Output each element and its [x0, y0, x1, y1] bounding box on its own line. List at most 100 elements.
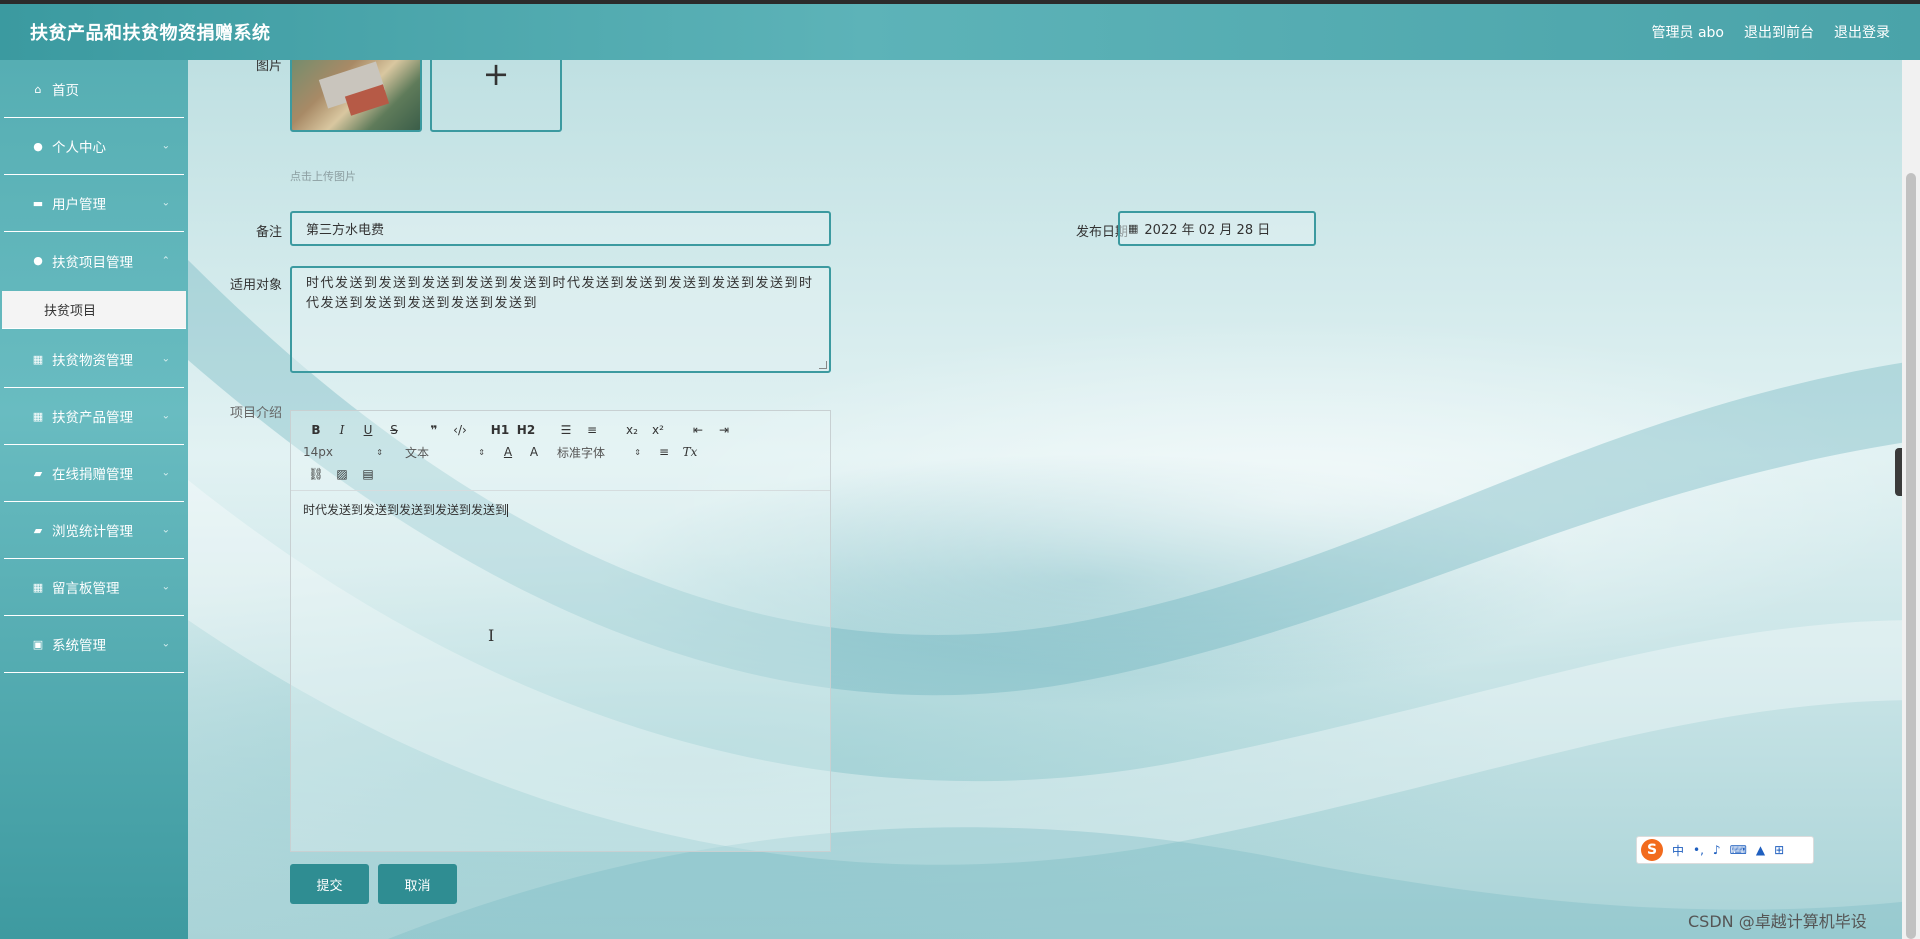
main-content: 图片 + 点击上传图片 备注 第三方水电费 发布日期 ▦ 2022 年 02 月…	[188, 60, 1920, 939]
sidebar-subitem-project[interactable]: 扶贫项目	[2, 291, 186, 329]
submit-button[interactable]: 提交	[290, 864, 369, 904]
date-value: 2022 年 02 月 28 日	[1144, 223, 1271, 238]
chevron-down-icon: ⌄	[161, 581, 170, 593]
chevron-down-icon: ⌄	[161, 467, 170, 479]
indent-button[interactable]: ⇥	[711, 423, 737, 437]
sidebar-item-home[interactable]: ⌂ 首页	[4, 61, 184, 118]
chat-icon: ▰	[33, 466, 43, 480]
bullet-list-button[interactable]: ≡	[579, 423, 605, 437]
chinese-mode-icon[interactable]: 中	[1672, 842, 1684, 859]
sidebar-item-donations[interactable]: ▰ 在线捐赠管理 ⌄	[4, 445, 184, 502]
video-button[interactable]: ▤	[355, 467, 381, 481]
align-button[interactable]: ≡	[651, 445, 677, 459]
sidebar-item-label: 浏览统计管理	[52, 524, 133, 540]
code-button[interactable]: ‹/›	[447, 423, 473, 437]
chevron-down-icon: ⌄	[161, 197, 170, 209]
font-size-value: 14px	[303, 445, 333, 459]
upload-hint: 点击上传图片	[290, 170, 356, 183]
remark-input[interactable]: 第三方水电费	[290, 211, 831, 246]
user-icon: ●	[33, 139, 43, 153]
date-input[interactable]: ▦ 2022 年 02 月 28 日	[1118, 211, 1316, 246]
sidebar-item-label: 首页	[52, 83, 79, 99]
underline-button[interactable]: U	[355, 423, 381, 437]
chevron-down-icon: ⌄	[161, 524, 170, 536]
rich-text-editor: B I U S ❞ ‹/› H1 H2 ☰ ≡ x₂ x² ⇤ ⇥ 14px ⇕…	[290, 410, 831, 852]
superscript-button[interactable]: x²	[645, 423, 671, 437]
clear-format-button[interactable]: Tx	[677, 445, 703, 459]
remark-label: 备注	[255, 225, 282, 240]
intro-label: 项目介绍	[229, 406, 282, 421]
outdent-button[interactable]: ⇤	[685, 423, 711, 437]
sidebar-item-projects[interactable]: ● 扶贫项目管理 ⌃	[4, 232, 184, 289]
subscript-button[interactable]: x₂	[619, 423, 645, 437]
sidebar-item-label: 个人中心	[52, 140, 106, 156]
sidebar-item-users[interactable]: ▬ 用户管理 ⌄	[4, 175, 184, 232]
admin-user-link[interactable]: 管理员 abo	[1652, 22, 1724, 42]
exit-to-frontend-link[interactable]: 退出到前台	[1744, 22, 1814, 42]
cancel-button[interactable]: 取消	[378, 864, 457, 904]
link-button[interactable]: ⛓	[303, 467, 329, 481]
header-bar: 扶贫产品和扶贫物资捐赠系统 管理员 abo 退出到前台 退出登录	[0, 4, 1920, 60]
strike-button[interactable]: S	[381, 423, 407, 437]
user-icon: ●	[33, 254, 43, 267]
sidebar-item-label: 留言板管理	[52, 581, 120, 597]
editor-content[interactable]: 时代发送到发送到发送到发送到发送到	[291, 491, 830, 528]
sidebar: ⌂ 首页 ● 个人中心 ⌄ ▬ 用户管理 ⌄ ● 扶贫项目管理 ⌃ 扶贫项目 ▦…	[0, 60, 188, 939]
scrollbar-thumb[interactable]	[1906, 173, 1916, 939]
id-card-icon: ▬	[32, 196, 44, 210]
text-caret	[507, 504, 509, 517]
sidebar-item-label: 系统管理	[52, 638, 106, 654]
sidebar-item-label: 用户管理	[52, 197, 106, 213]
target-textarea[interactable]: 时代发送到发送到发送到发送到发送到时代发送到发送到发送到发送到发送到时代发送到发…	[290, 266, 831, 373]
header-select[interactable]: 文本 ⇕	[405, 444, 485, 461]
font-family-value: 标准字体	[557, 445, 606, 460]
target-text: 时代发送到发送到发送到发送到发送到时代发送到发送到发送到发送到发送到时代发送到发…	[306, 276, 814, 311]
sidebar-item-products[interactable]: ▦ 扶贫产品管理 ⌄	[4, 388, 184, 445]
resize-handle[interactable]	[819, 361, 827, 369]
editor-toolbar: B I U S ❞ ‹/› H1 H2 ☰ ≡ x₂ x² ⇤ ⇥ 14px ⇕…	[291, 411, 830, 491]
ordered-list-button[interactable]: ☰	[553, 423, 579, 437]
sidebar-item-label: 扶贫物资管理	[52, 353, 133, 369]
chevron-down-icon: ⌄	[161, 410, 170, 422]
image-button[interactable]: ▨	[329, 467, 355, 481]
select-arrow-icon: ⇕	[478, 447, 485, 457]
bold-button[interactable]: B	[303, 423, 329, 437]
sidebar-item-messages[interactable]: ▦ 留言板管理 ⌄	[4, 559, 184, 616]
skin-icon[interactable]: ▲	[1756, 843, 1765, 857]
microphone-icon[interactable]: ♪	[1713, 843, 1721, 857]
h2-button[interactable]: H2	[513, 423, 539, 437]
chevron-down-icon: ⌄	[161, 353, 170, 365]
watermark: CSDN @卓越计算机毕设	[1688, 912, 1867, 931]
sogou-logo-icon: S	[1641, 839, 1663, 861]
select-arrow-icon: ⇕	[376, 447, 383, 457]
ime-toolbar[interactable]: S 中 •, ♪ ⌨ ▲ ⊞	[1636, 836, 1814, 864]
font-size-select[interactable]: 14px ⇕	[303, 445, 383, 459]
chevron-down-icon: ⌄	[161, 638, 170, 650]
logout-link[interactable]: 退出登录	[1834, 22, 1890, 42]
font-color-button[interactable]: A	[495, 445, 521, 459]
chevron-up-icon: ⌃	[161, 255, 170, 266]
blockquote-button[interactable]: ❞	[421, 423, 447, 437]
ibeam-cursor-icon: I	[488, 626, 495, 645]
app-title: 扶贫产品和扶贫物资捐赠系统	[30, 23, 271, 44]
grid-icon: ▦	[32, 352, 44, 366]
italic-button[interactable]: I	[329, 423, 355, 437]
scrollbar[interactable]	[1902, 60, 1920, 939]
sidebar-item-label: 扶贫项目管理	[52, 254, 133, 271]
image-label: 图片	[255, 60, 282, 74]
upload-add-button[interactable]: +	[430, 60, 562, 132]
sidebar-item-label: 扶贫产品管理	[52, 410, 133, 426]
font-family-select[interactable]: 标准字体 ⇕	[557, 444, 641, 461]
background-color-button[interactable]: A	[521, 445, 547, 459]
sidebar-item-materials[interactable]: ▦ 扶贫物资管理 ⌄	[4, 331, 184, 388]
keyboard-icon[interactable]: ⌨	[1730, 843, 1747, 857]
uploaded-image[interactable]	[290, 60, 422, 132]
sidebar-item-statistics[interactable]: ▰ 浏览统计管理 ⌄	[4, 502, 184, 559]
clipboard-icon: ▣	[32, 637, 44, 651]
apps-grid-icon[interactable]: ⊞	[1774, 843, 1784, 857]
header-select-value: 文本	[405, 445, 430, 460]
sidebar-item-profile[interactable]: ● 个人中心 ⌄	[4, 118, 184, 175]
h1-button[interactable]: H1	[487, 423, 513, 437]
punctuation-icon[interactable]: •,	[1693, 843, 1704, 857]
sidebar-item-system[interactable]: ▣ 系统管理 ⌄	[4, 616, 184, 673]
